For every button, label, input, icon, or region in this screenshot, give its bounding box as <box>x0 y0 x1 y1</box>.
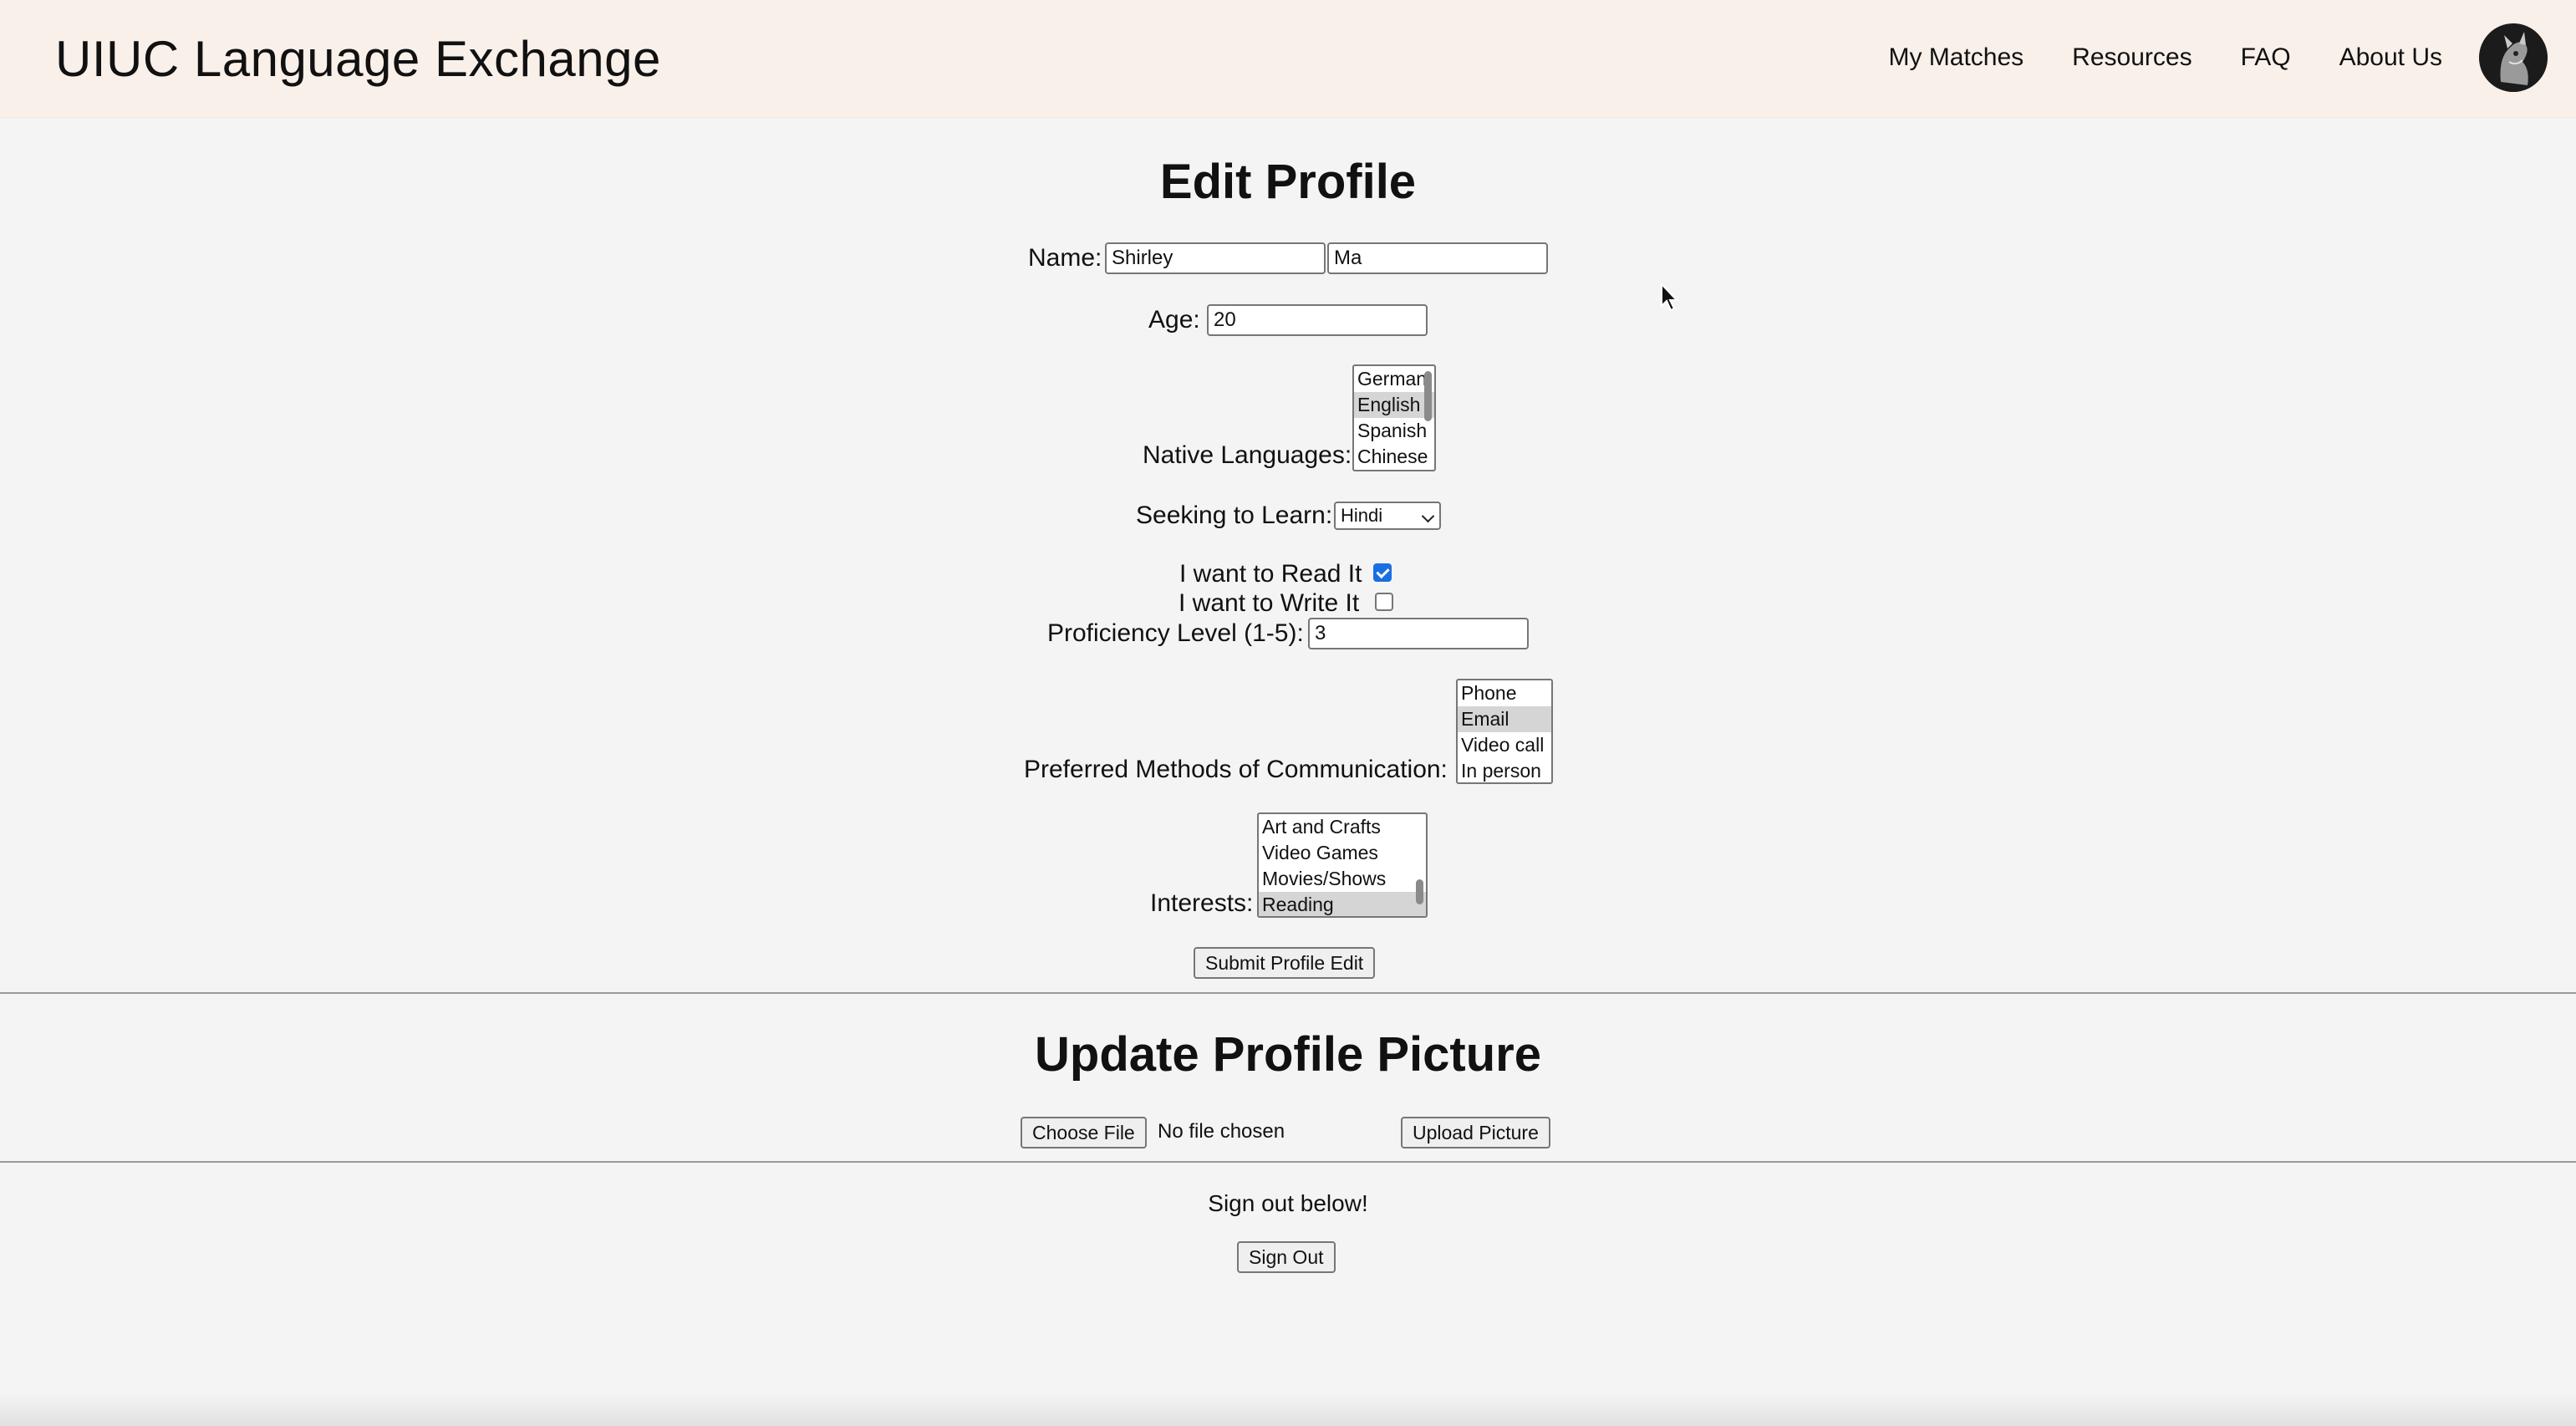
main-nav: My Matches Resources FAQ About Us <box>1888 43 2442 72</box>
interest-option-movies[interactable]: Movies/Shows <box>1259 866 1426 892</box>
read-checkbox[interactable] <box>1373 563 1392 582</box>
native-languages-scrollbar[interactable] <box>1424 371 1432 421</box>
native-languages-label: Native Languages: <box>1143 441 1352 469</box>
proficiency-label: Proficiency Level (1-5): <box>1047 619 1304 647</box>
window-bottom-shadow <box>0 1393 2576 1426</box>
read-label: I want to Read It <box>1179 560 1362 588</box>
seeking-select[interactable]: Hindi <box>1334 502 1441 530</box>
nav-resources[interactable]: Resources <box>2072 43 2192 72</box>
first-name-input[interactable] <box>1105 242 1326 274</box>
edit-profile-title: Edit Profile <box>1159 155 1417 209</box>
proficiency-input[interactable] <box>1308 618 1529 649</box>
comm-option-video-call[interactable]: Video call <box>1458 732 1551 758</box>
sign-out-prompt: Sign out below! <box>1208 1190 1368 1216</box>
interests-label: Interests: <box>1150 889 1254 917</box>
chevron-down-icon <box>1421 509 1435 523</box>
nav-about-us[interactable]: About Us <box>2339 43 2442 72</box>
update-picture-title: Update Profile Picture <box>1035 1027 1541 1082</box>
communication-label: Preferred Methods of Communication: <box>1024 756 1448 783</box>
file-status-text: No file chosen <box>1158 1120 1285 1143</box>
nav-faq[interactable]: FAQ <box>2241 43 2291 72</box>
choose-file-button[interactable]: Choose File <box>1021 1117 1147 1148</box>
write-label: I want to Write It <box>1179 589 1360 617</box>
interest-option-video-games[interactable]: Video Games <box>1259 840 1426 866</box>
nav-my-matches[interactable]: My Matches <box>1888 43 2024 72</box>
native-option-english[interactable]: English <box>1354 392 1434 418</box>
sign-out-button[interactable]: Sign Out <box>1237 1241 1336 1273</box>
interest-option-art[interactable]: Art and Crafts <box>1259 814 1426 840</box>
profile-photo-icon <box>2479 23 2548 92</box>
interest-option-reading[interactable]: Reading <box>1259 892 1426 916</box>
comm-option-phone[interactable]: Phone <box>1458 680 1551 706</box>
native-languages-listbox[interactable]: German English Spanish Chinese <box>1352 364 1436 471</box>
interests-scrollbar[interactable] <box>1416 879 1423 904</box>
site-header: UIUC Language Exchange My Matches Resour… <box>0 0 2576 118</box>
mouse-cursor-icon <box>1661 283 1679 312</box>
seeking-label: Seeking to Learn: <box>1136 502 1333 529</box>
name-label: Name: <box>1028 244 1102 272</box>
age-input[interactable] <box>1207 304 1428 336</box>
native-option-german[interactable]: German <box>1354 366 1434 392</box>
communication-listbox[interactable]: Phone Email Video call In person <box>1456 679 1553 784</box>
native-option-chinese[interactable]: Chinese <box>1354 444 1434 470</box>
avatar[interactable] <box>2479 23 2548 92</box>
upload-picture-button[interactable]: Upload Picture <box>1401 1117 1550 1148</box>
section-divider <box>0 992 2576 994</box>
comm-option-email[interactable]: Email <box>1458 706 1551 732</box>
site-brand[interactable]: UIUC Language Exchange <box>55 30 661 88</box>
comm-option-in-person[interactable]: In person <box>1458 758 1551 782</box>
section-divider <box>0 1161 2576 1163</box>
seeking-select-value: Hindi <box>1341 505 1383 526</box>
write-checkbox[interactable] <box>1375 593 1393 611</box>
native-option-spanish[interactable]: Spanish <box>1354 418 1434 444</box>
interests-listbox[interactable]: Art and Crafts Video Games Movies/Shows … <box>1257 812 1428 918</box>
submit-profile-button[interactable]: Submit Profile Edit <box>1194 947 1376 979</box>
age-label: Age: <box>1148 306 1200 334</box>
last-name-input[interactable] <box>1327 242 1548 274</box>
